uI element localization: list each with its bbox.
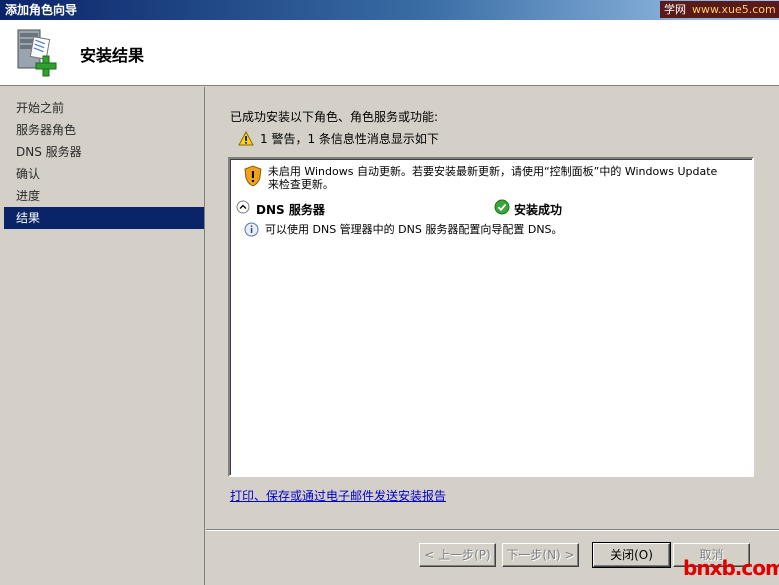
role-name: DNS 服务器: [256, 203, 325, 217]
report-link[interactable]: 打印、保存或通过电子邮件发送安装报告: [230, 487, 446, 504]
nav-item-before-you-begin[interactable]: 开始之前: [0, 97, 204, 119]
info-icon: [244, 222, 259, 236]
results-panel: 未启用 Windows 自动更新。若要安装最新更新，请使用“控制面板”中的 Wi…: [228, 157, 754, 477]
role-status: 安装成功: [514, 203, 563, 217]
nav-item-dns-server[interactable]: DNS 服务器: [0, 141, 204, 163]
divider: [206, 529, 779, 531]
watermark-label: 学网: [664, 3, 686, 16]
summary-text: 1 警告，1 条信息性消息显示如下: [260, 132, 439, 146]
wizard-nav: 开始之前 服务器角色 DNS 服务器 确认 进度 结果: [0, 87, 205, 585]
nav-item-progress[interactable]: 进度: [0, 185, 204, 207]
success-check-icon: [494, 199, 510, 215]
wizard-header: 安装结果: [0, 20, 779, 86]
shield-warning-icon: [244, 165, 262, 187]
nav-item-results[interactable]: 结果: [4, 207, 204, 229]
window-title: 添加角色向导: [5, 3, 78, 17]
update-warning: 未启用 Windows 自动更新。若要安装最新更新，请使用“控制面板”中的 Wi…: [244, 165, 744, 191]
warning-text-line1: 未启用 Windows 自动更新。若要安装最新更新，请使用“控制面板”中的 Wi…: [267, 165, 718, 178]
summary-line: 1 警告，1 条信息性消息显示如下: [238, 130, 439, 147]
watermark-site: www.xue5.com: [692, 3, 776, 16]
warning-icon: [238, 131, 254, 146]
role-result-row: DNS 服务器 安装成功: [236, 199, 746, 217]
intro-text: 已成功安装以下角色、角色服务或功能:: [230, 110, 439, 124]
nav-item-confirmation[interactable]: 确认: [0, 163, 204, 185]
warning-text-line2: 来检查更新。: [267, 178, 334, 191]
chevron-up-icon[interactable]: [236, 200, 250, 214]
previous-button[interactable]: < 上一步(P): [419, 543, 496, 567]
watermark-bottom: bnxb.com: [683, 556, 779, 580]
close-button[interactable]: 关闭(O): [592, 542, 671, 568]
nav-item-server-roles[interactable]: 服务器角色: [0, 119, 204, 141]
next-button[interactable]: 下一步(N) >: [502, 543, 579, 567]
watermark-top: 学网 www.xue5.com: [660, 1, 779, 18]
server-role-add-icon: [17, 29, 57, 77]
info-message: 可以使用 DNS 管理器中的 DNS 服务器配置向导配置 DNS。: [244, 221, 563, 237]
info-text: 可以使用 DNS 管理器中的 DNS 服务器配置向导配置 DNS。: [265, 223, 563, 236]
page-title: 安装结果: [80, 46, 145, 65]
